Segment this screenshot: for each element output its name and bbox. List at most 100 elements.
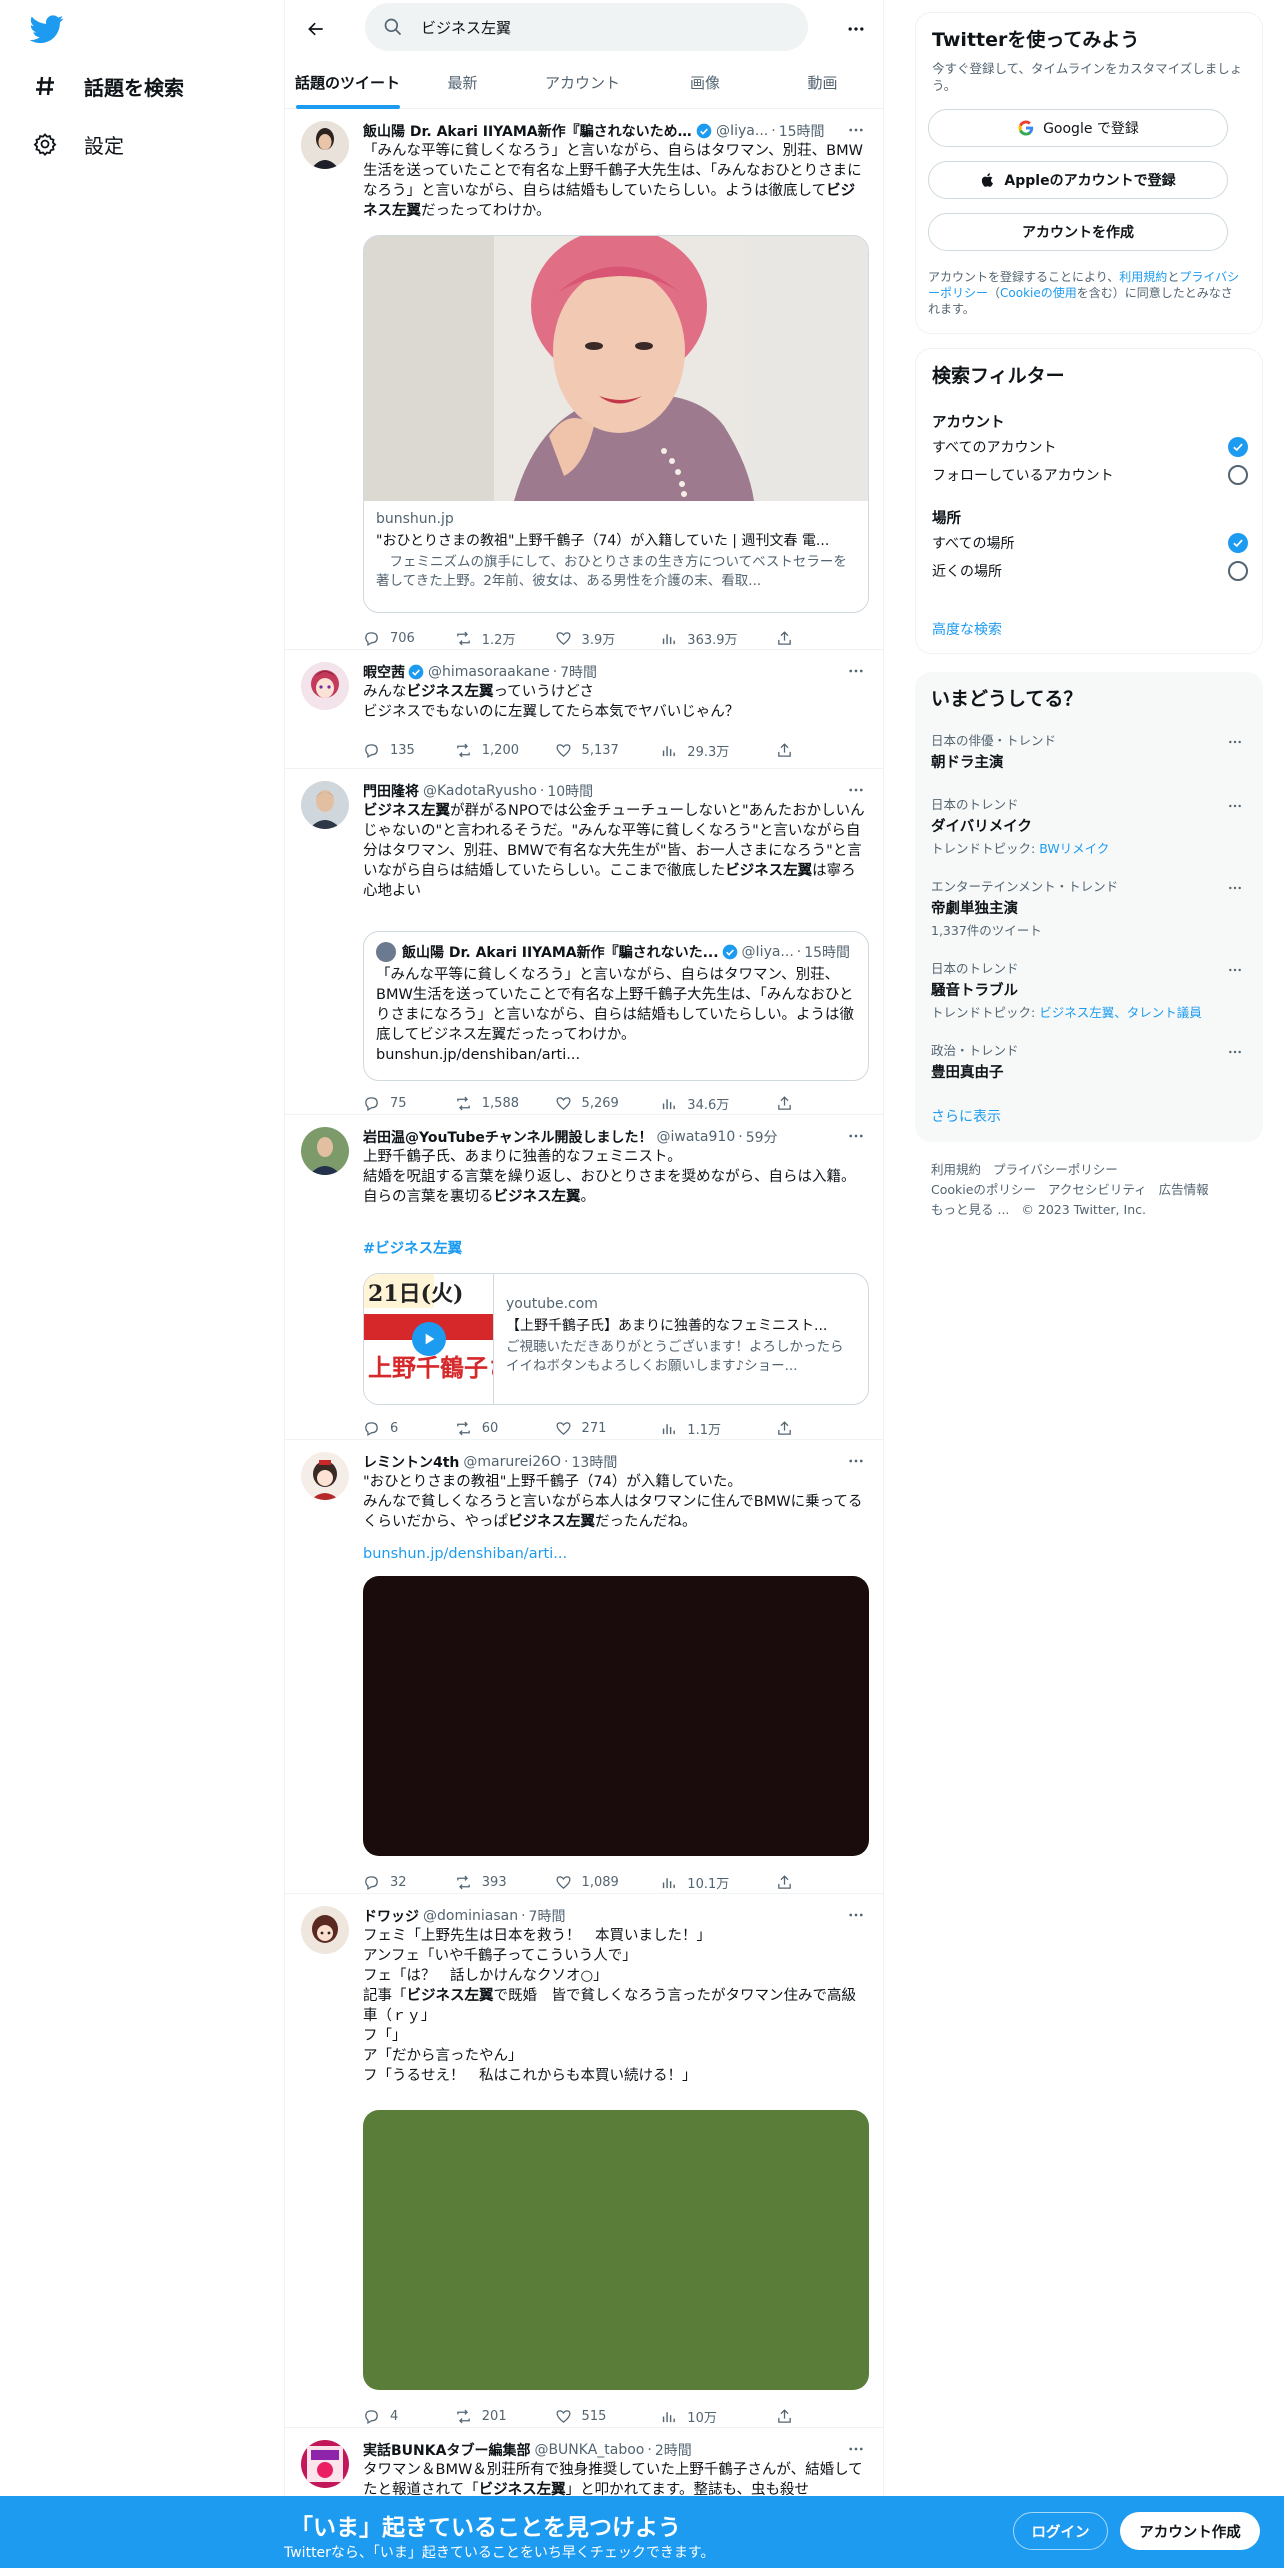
youtube-card[interactable]: 21日(火) 上野千鶴子さん youtube.com 【上野千鶴子氏】あまりに独… — [363, 1273, 869, 1405]
avatar[interactable] — [301, 781, 349, 829]
tweet-more-button[interactable] — [843, 117, 869, 143]
image-media[interactable] — [363, 2110, 869, 2390]
share-button[interactable] — [776, 1874, 793, 1891]
tweet-more-button[interactable] — [843, 777, 869, 803]
like-button[interactable]: 1,089 — [555, 1874, 661, 1891]
tweet-time[interactable]: 59分 — [746, 1127, 778, 1147]
tab-photos[interactable]: 画像 — [650, 56, 760, 109]
cookie-link[interactable]: Cookieの使用 — [1000, 286, 1077, 300]
create-account-button[interactable]: アカウントを作成 — [928, 213, 1228, 251]
tweet-time[interactable]: 10時間 — [547, 781, 593, 801]
tweet-author-handle[interactable]: @iwata910 — [657, 1129, 736, 1145]
share-button[interactable] — [776, 2408, 793, 2425]
trend-item[interactable]: 日本のトレンド ダイバリメイク トレンドトピック: BWリメイク — [931, 794, 1247, 857]
filter-account-all[interactable]: すべてのアカウント — [932, 437, 1248, 457]
reply-button[interactable]: 706 — [363, 630, 455, 647]
share-button[interactable] — [776, 630, 793, 647]
tab-people[interactable]: アカウント — [515, 56, 650, 109]
trend-more-icon[interactable] — [1223, 1040, 1247, 1064]
footer-link[interactable]: 広告情報 — [1159, 1182, 1209, 1197]
footer-link[interactable]: もっと見る ... — [931, 1202, 1009, 1217]
views-button[interactable]: 10万 — [660, 2407, 776, 2426]
tweet-more-button[interactable] — [843, 1123, 869, 1149]
apple-signup-button[interactable]: Appleのアカウントで登録 — [928, 161, 1228, 199]
search-input[interactable] — [421, 18, 781, 36]
trend-topic-link[interactable]: ビジネス左翼、タレント議員 — [1039, 1005, 1202, 1020]
radio-unchecked-icon[interactable] — [1228, 561, 1248, 581]
hashtag-link[interactable]: #ビジネス左翼 — [363, 1239, 462, 1259]
tweet-time[interactable]: 15時間 — [779, 121, 825, 141]
trend-item[interactable]: 日本の俳優・トレンド 朝ドラ主演 — [931, 730, 1247, 772]
google-signup-button[interactable]: Google で登録 — [928, 109, 1228, 147]
avatar[interactable] — [301, 1452, 349, 1500]
tweet[interactable]: ドワッジ @dominiasan · 7時間 フェミ「上野先生は日本を救う！ 本… — [285, 1894, 883, 2428]
retweet-button[interactable]: 1.2万 — [455, 629, 555, 648]
like-button[interactable]: 515 — [555, 2408, 661, 2425]
trend-item[interactable]: 日本のトレンド 騒音トラブル トレンドトピック: ビジネス左翼、タレント議員 — [931, 958, 1247, 1021]
tweet-more-button[interactable] — [843, 658, 869, 684]
share-button[interactable] — [776, 1095, 793, 1112]
footer-link[interactable]: Cookieのポリシー — [931, 1182, 1036, 1197]
tweet-more-button[interactable] — [843, 1902, 869, 1928]
tweet-author-handle[interactable]: @marurei26O — [463, 1454, 561, 1470]
tweet-author-handle[interactable]: @dominiasan — [423, 1908, 518, 1924]
nav-settings[interactable]: 設定 — [32, 120, 124, 168]
trend-topic-link[interactable]: BWリメイク — [1039, 841, 1109, 856]
article-link[interactable]: bunshun.jp/denshiban/arti... — [363, 1544, 567, 1564]
search-box[interactable] — [365, 3, 808, 51]
radio-checked-icon[interactable] — [1228, 533, 1248, 553]
tweet-more-button[interactable] — [843, 1448, 869, 1474]
retweet-button[interactable]: 1,200 — [455, 742, 555, 759]
tweet-author-handle[interactable]: @BUNKA_taboo — [534, 2442, 644, 2458]
reply-button[interactable]: 75 — [363, 1095, 455, 1112]
trend-item[interactable]: エンターテインメント・トレンド 帝劇単独主演 1,337件のツイート — [931, 876, 1247, 939]
reply-button[interactable]: 4 — [363, 2408, 455, 2425]
views-button[interactable]: 363.9万 — [660, 629, 776, 648]
views-button[interactable]: 34.6万 — [660, 1094, 776, 1113]
share-button[interactable] — [776, 742, 793, 759]
terms-link[interactable]: 利用規約 — [1119, 270, 1167, 284]
tweet-time[interactable]: 7時間 — [529, 1906, 566, 1926]
link-card[interactable]: bunshun.jp "おひとりさまの教祖"上野千鶴子（74）が入籍していた |… — [363, 235, 869, 613]
more-options-button[interactable] — [839, 12, 873, 46]
views-button[interactable]: 1.1万 — [660, 1419, 776, 1438]
trend-more-icon[interactable] — [1223, 958, 1247, 982]
share-button[interactable] — [776, 1420, 793, 1437]
radio-unchecked-icon[interactable] — [1228, 465, 1248, 485]
tweet-author-handle[interactable]: @Iiya... — [716, 123, 768, 139]
play-icon[interactable] — [412, 1322, 446, 1356]
tweet-author-name[interactable]: 岩田温@YouTubeチャンネル開設しました！ — [363, 1127, 653, 1147]
like-button[interactable]: 3.9万 — [555, 629, 661, 648]
trend-more-icon[interactable] — [1223, 730, 1247, 754]
footer-link[interactable]: プライバシーポリシー — [993, 1162, 1118, 1177]
tweet-author-handle[interactable]: @KadotaRyusho — [423, 783, 537, 799]
tweet-author-name[interactable]: 門田隆将 — [363, 781, 419, 801]
reply-button[interactable]: 135 — [363, 742, 455, 759]
tweet[interactable]: 飯山陽 Dr. Akari IIYAMA新作『騙されないため... @Iiya.… — [285, 109, 883, 650]
tab-latest[interactable]: 最新 — [410, 56, 515, 109]
twitter-bird-icon[interactable] — [29, 12, 66, 48]
radio-checked-icon[interactable] — [1228, 437, 1248, 457]
signup-button[interactable]: アカウント作成 — [1120, 2512, 1260, 2550]
video-media[interactable] — [363, 1576, 869, 1856]
filter-account-following[interactable]: フォローしているアカウント — [932, 465, 1248, 485]
views-button[interactable]: 10.1万 — [660, 1873, 776, 1892]
trend-more-icon[interactable] — [1223, 794, 1247, 818]
quoted-tweet[interactable]: 飯山陽 Dr. Akari IIYAMA新作『騙されないた... @Iiya..… — [363, 931, 869, 1081]
avatar[interactable] — [301, 1906, 349, 1954]
trend-item[interactable]: 政治・トレンド 豊田真由子 — [931, 1040, 1247, 1082]
like-button[interactable]: 271 — [555, 1420, 661, 1437]
login-button[interactable]: ログイン — [1013, 2512, 1108, 2550]
avatar[interactable] — [301, 662, 349, 710]
retweet-button[interactable]: 60 — [455, 1420, 555, 1437]
trend-more-icon[interactable] — [1223, 876, 1247, 900]
tweet-time[interactable]: 7時間 — [560, 662, 597, 682]
tweet[interactable]: 門田隆将 @KadotaRyusho · 10時間 ビジネス左翼が群がるNPOで… — [285, 769, 883, 1115]
filter-location-all[interactable]: すべての場所 — [932, 533, 1248, 553]
footer-link[interactable]: 利用規約 — [931, 1162, 981, 1177]
tweet[interactable]: 岩田温@YouTubeチャンネル開設しました！ @iwata910 · 59分 … — [285, 1115, 883, 1440]
tweet-author-name[interactable]: 実話BUNKAタブー編集部 — [363, 2440, 530, 2460]
advanced-search-link[interactable]: 高度な検索 — [932, 619, 1002, 639]
reply-button[interactable]: 6 — [363, 1420, 455, 1437]
show-more-link[interactable]: さらに表示 — [931, 1106, 1001, 1126]
